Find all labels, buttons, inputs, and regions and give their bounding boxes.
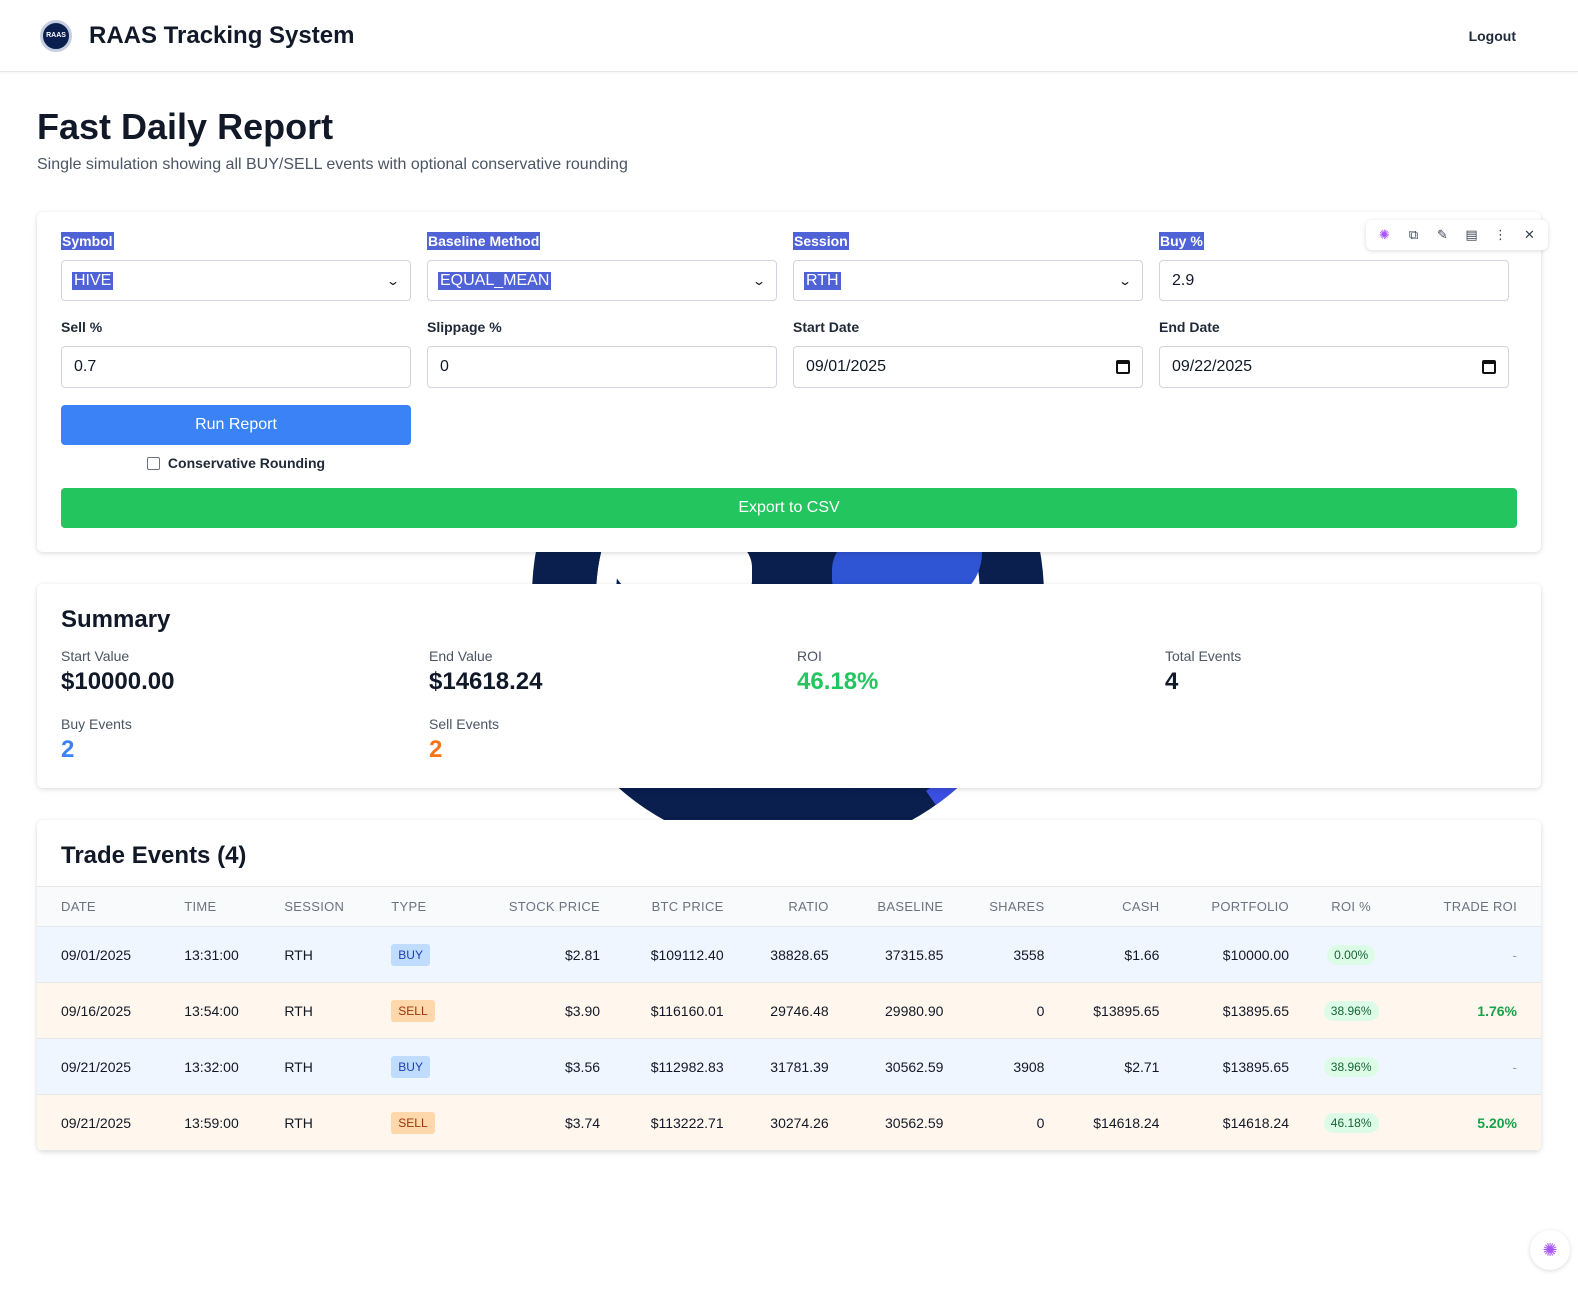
chevron-down-icon: ⌄	[1117, 273, 1133, 288]
baseline-method-field: Baseline Method EQUAL_MEAN ⌄	[427, 232, 777, 301]
sell-events-stat: Sell Events 2	[429, 716, 500, 763]
column-header: Type	[391, 899, 427, 914]
calendar-icon[interactable]	[1482, 360, 1496, 374]
type-badge: BUY	[391, 943, 430, 966]
column-header: Cash	[1122, 899, 1160, 914]
symbol-label: Symbol	[61, 232, 114, 250]
brain-icon[interactable]: ✺	[1530, 1230, 1570, 1270]
session-field: Session RTH ⌄	[793, 232, 1143, 301]
column-header: Stock Price	[508, 899, 601, 914]
start-date-input[interactable]: 09/01/2025	[793, 346, 1143, 388]
page-title: Fast Daily Report	[37, 106, 334, 147]
chevron-down-icon: ⌄	[385, 273, 401, 288]
sell-percent-label: Sell %	[61, 319, 103, 335]
app-title: RAAS Tracking System	[89, 21, 355, 49]
summary-title: Summary	[61, 606, 171, 633]
session-select[interactable]: RTH ⌄	[793, 260, 1143, 301]
chevron-down-icon: ⌄	[751, 273, 767, 288]
symbol-select[interactable]: HIVE ⌄	[61, 260, 411, 301]
slippage-input[interactable]: 0	[427, 346, 777, 388]
column-header: Ratio	[788, 899, 829, 914]
page-subtitle: Single simulation showing all BUY/SELL e…	[37, 156, 628, 173]
logout-button[interactable]: Logout	[1469, 28, 1516, 44]
buy-percent-label: Buy %	[1159, 232, 1204, 250]
total-events-stat: Total Events 4	[1165, 648, 1242, 695]
slippage-field: Slippage % 0	[427, 318, 777, 388]
roi-badge: 38.96%	[1323, 1056, 1379, 1077]
buy-percent-input[interactable]: 2.9	[1159, 260, 1509, 301]
app-logo: RAAS	[40, 19, 72, 52]
close-icon[interactable]: ✕	[1519, 227, 1541, 243]
column-header: ROI %	[1331, 899, 1372, 914]
end-value-stat: End Value $14618.24	[429, 648, 543, 695]
conservative-rounding-label: Conservative Rounding	[167, 455, 326, 471]
column-header: Session	[284, 899, 345, 914]
column-header: Baseline	[877, 899, 944, 914]
table-row: 09/01/2025 13:31:00 RTH BUY $2.81 $10911…	[37, 926, 1541, 983]
roi-stat: ROI 46.18%	[797, 648, 879, 695]
table-header-row: Date Time Session Type Stock Price BTC P…	[37, 886, 1541, 927]
baseline-method-label: Baseline Method	[427, 232, 541, 250]
calendar-icon[interactable]	[1116, 360, 1130, 374]
pen-icon[interactable]: ✎	[1432, 227, 1454, 243]
note-icon[interactable]: ▤	[1461, 227, 1483, 243]
conservative-rounding-toggle[interactable]: Conservative Rounding	[61, 455, 411, 471]
column-header: Date	[61, 899, 96, 914]
table-row: 09/21/2025 13:32:00 RTH BUY $3.56 $11298…	[37, 1038, 1541, 1095]
type-badge: SELL	[391, 999, 435, 1022]
roi-badge: 0.00%	[1327, 944, 1376, 965]
end-date-label: End Date	[1159, 319, 1220, 335]
table-row: 09/21/2025 13:59:00 RTH SELL $3.74 $1132…	[37, 1094, 1541, 1151]
report-form-card: Symbol HIVE ⌄ Baseline Method EQUAL_MEAN…	[37, 212, 1541, 552]
sell-percent-input[interactable]: 0.7	[61, 346, 411, 388]
brain-icon[interactable]: ✺	[1374, 227, 1396, 243]
column-header: Trade ROI	[1443, 899, 1517, 914]
table-row: 09/16/2025 13:54:00 RTH SELL $3.90 $1161…	[37, 982, 1541, 1039]
start-date-label: Start Date	[793, 319, 860, 335]
column-header: BTC Price	[651, 899, 724, 914]
summary-card: Summary Start Value $10000.00 End Value …	[37, 584, 1541, 788]
symbol-field: Symbol HIVE ⌄	[61, 232, 411, 301]
column-header: Shares	[989, 899, 1045, 914]
export-csv-button[interactable]: Export to CSV	[61, 488, 1517, 528]
type-badge: SELL	[391, 1111, 435, 1134]
trade-events-title: Trade Events (4)	[61, 842, 247, 869]
trade-events-table: Date Time Session Type Stock Price BTC P…	[37, 886, 1541, 1151]
run-report-button[interactable]: Run Report	[61, 405, 411, 445]
baseline-method-select[interactable]: EQUAL_MEAN ⌄	[427, 260, 777, 301]
type-badge: BUY	[391, 1055, 430, 1078]
floating-toolbar: ✺ ⧉ ✎ ▤ ⋮ ✕	[1366, 220, 1548, 250]
top-navbar: RAAS RAAS Tracking System Logout	[0, 0, 1578, 72]
sell-percent-field: Sell % 0.7	[61, 318, 411, 388]
roi-badge: 38.96%	[1323, 1000, 1379, 1021]
end-date-field: End Date 09/22/2025	[1159, 318, 1509, 388]
end-date-input[interactable]: 09/22/2025	[1159, 346, 1509, 388]
roi-badge: 46.18%	[1323, 1112, 1379, 1133]
buy-events-stat: Buy Events 2	[61, 716, 132, 763]
conservative-rounding-checkbox[interactable]	[146, 456, 160, 470]
session-label: Session	[793, 232, 849, 250]
start-date-field: Start Date 09/01/2025	[793, 318, 1143, 388]
slippage-label: Slippage %	[427, 319, 502, 335]
column-header: Time	[184, 899, 217, 914]
column-header: Portfolio	[1211, 899, 1289, 914]
trade-events-card: Trade Events (4) Date Time Session Type …	[37, 820, 1541, 1151]
start-value-stat: Start Value $10000.00	[61, 648, 175, 695]
more-icon[interactable]: ⋮	[1490, 227, 1512, 243]
copy-icon[interactable]: ⧉	[1403, 227, 1425, 243]
page-header: Fast Daily Report Single simulation show…	[0, 72, 1578, 174]
